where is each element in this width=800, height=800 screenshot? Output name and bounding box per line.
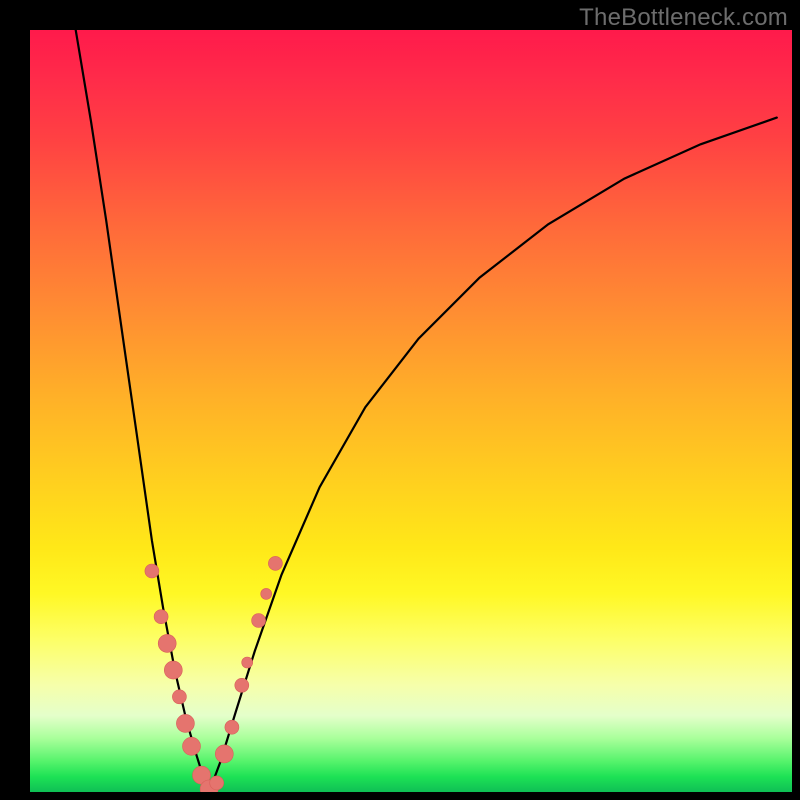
- right-branch-curve: [209, 118, 777, 792]
- data-point: [158, 634, 176, 652]
- data-point: [183, 737, 201, 755]
- data-point: [154, 610, 168, 624]
- data-point: [242, 657, 253, 668]
- data-point: [145, 564, 159, 578]
- data-point: [164, 661, 182, 679]
- curves-layer: [30, 30, 792, 792]
- data-point: [210, 776, 224, 790]
- data-point: [225, 720, 239, 734]
- data-point: [252, 614, 266, 628]
- data-point: [172, 690, 186, 704]
- data-point: [176, 714, 194, 732]
- data-point: [215, 745, 233, 763]
- data-points-group: [145, 556, 283, 792]
- data-point: [261, 588, 272, 599]
- chart-frame: TheBottleneck.com: [0, 0, 800, 800]
- data-point: [268, 556, 282, 570]
- left-branch-curve: [76, 30, 209, 792]
- plot-area: [30, 30, 792, 792]
- data-point: [235, 678, 249, 692]
- watermark-text: TheBottleneck.com: [579, 4, 788, 32]
